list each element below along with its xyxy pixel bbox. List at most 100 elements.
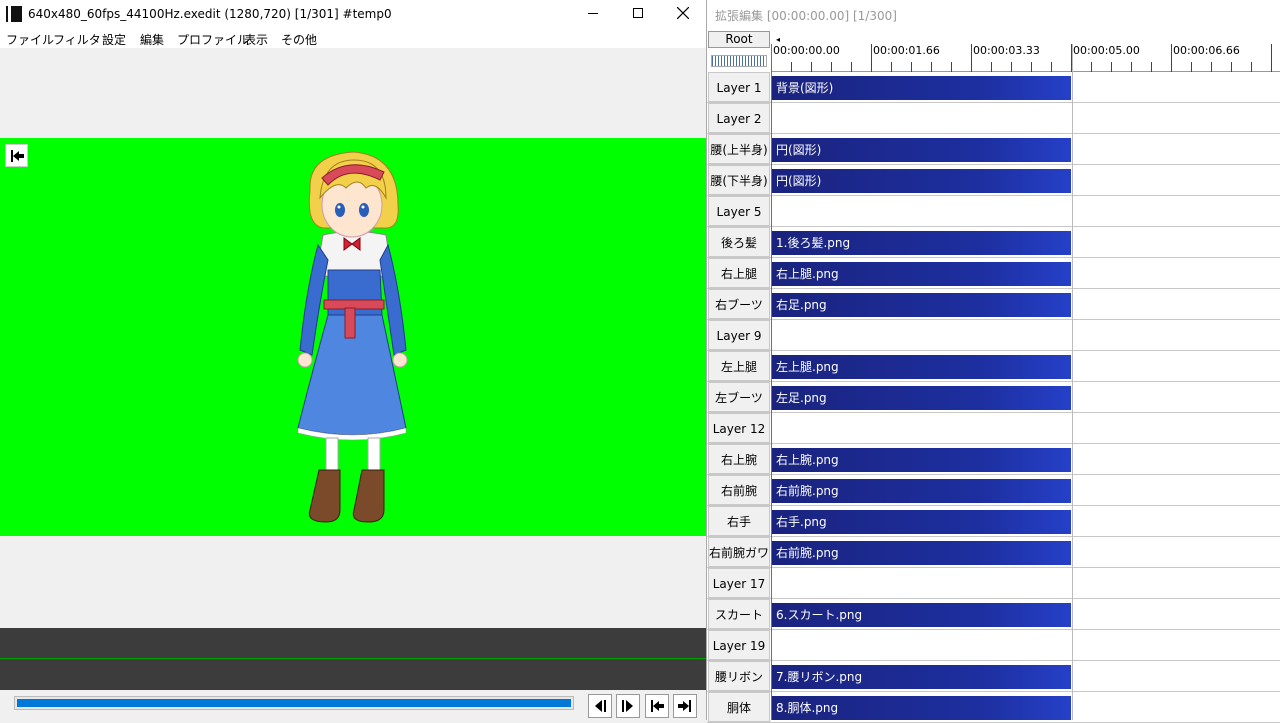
layer-row: 右ブーツ 右足.png: [707, 289, 1280, 320]
seek-slider[interactable]: [14, 696, 574, 710]
next-frame-button[interactable]: [616, 694, 640, 718]
timeline-clip[interactable]: 円(図形): [772, 169, 1071, 193]
prev-frame-button[interactable]: [588, 694, 612, 718]
layer-label[interactable]: 右手: [708, 506, 770, 536]
zoom-gauge[interactable]: [711, 55, 767, 67]
timeline-clip[interactable]: 右上腿.png: [772, 262, 1071, 286]
layer-track[interactable]: 右前腕.png: [771, 537, 1280, 567]
timeline-clip[interactable]: 7.腰リボン.png: [772, 665, 1071, 689]
ruler-label: 00:00:01.66: [873, 44, 940, 57]
menu-view[interactable]: 表示: [244, 31, 268, 48]
layer-track[interactable]: [771, 320, 1280, 350]
layer-label[interactable]: Layer 1: [708, 72, 770, 102]
layer-row: 左上腿 左上腿.png: [707, 351, 1280, 382]
layer-track[interactable]: 8.胴体.png: [771, 692, 1280, 722]
maximize-button[interactable]: [615, 0, 661, 28]
character-sprite: [297, 151, 408, 523]
layer-label[interactable]: 腰(下半身): [708, 165, 770, 195]
layer-label[interactable]: Layer 12: [708, 413, 770, 443]
layer-label[interactable]: 腰(上半身): [708, 134, 770, 164]
playhead[interactable]: [771, 44, 772, 720]
minimize-button[interactable]: [570, 0, 616, 28]
layer-label[interactable]: 右上腕: [708, 444, 770, 474]
timeline-clip[interactable]: 円(図形): [772, 138, 1071, 162]
last-frame-button[interactable]: [673, 694, 697, 718]
layer-row: Layer 2: [707, 103, 1280, 134]
layer-label[interactable]: Layer 19: [708, 630, 770, 660]
layer-track[interactable]: [771, 103, 1280, 133]
menu-edit[interactable]: 編集: [140, 31, 164, 48]
timeline-clip[interactable]: 左上腿.png: [772, 355, 1071, 379]
menu-settings[interactable]: 設定: [102, 31, 126, 48]
layer-track[interactable]: [771, 413, 1280, 443]
layer-track[interactable]: 右前腕.png: [771, 475, 1280, 505]
video-preview[interactable]: [0, 138, 706, 536]
layer-label[interactable]: 右ブーツ: [708, 289, 770, 319]
menu-other[interactable]: その他: [281, 31, 317, 48]
layer-label[interactable]: 胴体: [708, 692, 770, 722]
layer-track[interactable]: 右足.png: [771, 289, 1280, 319]
layer-label[interactable]: 後ろ髪: [708, 227, 770, 257]
window-title: 640x480_60fps_44100Hz.exedit (1280,720) …: [28, 7, 392, 21]
layer-track[interactable]: 6.スカート.png: [771, 599, 1280, 629]
timeline-clip[interactable]: 右手.png: [772, 510, 1071, 534]
layer-track[interactable]: [771, 196, 1280, 226]
timeline-clip[interactable]: 背景(図形): [772, 76, 1071, 100]
layer-label[interactable]: 左上腿: [708, 351, 770, 381]
layer-track[interactable]: 円(図形): [771, 165, 1280, 195]
layer-track[interactable]: 1.後ろ髪.png: [771, 227, 1280, 257]
ruler-label: 00:00:06.66: [1173, 44, 1240, 57]
timeline-clip[interactable]: 右前腕.png: [772, 541, 1071, 565]
layer-track[interactable]: 7.腰リボン.png: [771, 661, 1280, 691]
time-ruler[interactable]: 00:00:00.00 00:00:01.66 00:00:03.33 00:0…: [771, 44, 1280, 72]
layer-label[interactable]: 腰リボン: [708, 661, 770, 691]
layer-row: 右前腕 右前腕.png: [707, 475, 1280, 506]
root-button[interactable]: Root: [708, 31, 770, 48]
timeline-clip[interactable]: 6.スカート.png: [772, 603, 1071, 627]
first-frame-icon: [651, 700, 664, 712]
preview-area: [0, 48, 706, 628]
layer-label[interactable]: 左ブーツ: [708, 382, 770, 412]
ruler-minor-ticks: [771, 62, 1280, 72]
layer-row: 右上腿 右上腿.png: [707, 258, 1280, 289]
layer-label[interactable]: 右前腕ガワ: [708, 537, 770, 567]
layer-row: Layer 12: [707, 413, 1280, 444]
layer-track[interactable]: 右手.png: [771, 506, 1280, 536]
menu-filter[interactable]: フィルタ: [53, 31, 101, 48]
layer-row: 右上腕 右上腕.png: [707, 444, 1280, 475]
timeline-clip[interactable]: 右足.png: [772, 293, 1071, 317]
menu-file[interactable]: ファイル: [6, 31, 54, 48]
close-button[interactable]: [660, 0, 706, 28]
layer-label[interactable]: Layer 9: [708, 320, 770, 350]
layer-track[interactable]: 円(図形): [771, 134, 1280, 164]
layer-track[interactable]: 右上腕.png: [771, 444, 1280, 474]
layer-track[interactable]: 右上腿.png: [771, 258, 1280, 288]
layer-label[interactable]: 右上腿: [708, 258, 770, 288]
status-panel: [0, 628, 706, 720]
layer-track[interactable]: 背景(図形): [771, 72, 1280, 102]
next-frame-icon: [622, 700, 633, 712]
layer-label[interactable]: Layer 2: [708, 103, 770, 133]
timeline-clip[interactable]: 右上腕.png: [772, 448, 1071, 472]
title-bar: 640x480_60fps_44100Hz.exedit (1280,720) …: [0, 0, 706, 28]
layer-row: スカート 6.スカート.png: [707, 599, 1280, 630]
first-frame-button[interactable]: [645, 694, 669, 718]
layer-row: 腰(下半身) 円(図形): [707, 165, 1280, 196]
timeline-clip[interactable]: 右前腕.png: [772, 479, 1071, 503]
timeline-clip[interactable]: 左足.png: [772, 386, 1071, 410]
layer-label[interactable]: 右前腕: [708, 475, 770, 505]
last-frame-icon: [678, 700, 691, 712]
seekbar-area: [0, 690, 706, 720]
layer-track[interactable]: 左足.png: [771, 382, 1280, 412]
timeline-clip[interactable]: 8.胴体.png: [772, 696, 1071, 720]
layer-label[interactable]: Layer 17: [708, 568, 770, 598]
layer-label[interactable]: Layer 5: [708, 196, 770, 226]
layer-track[interactable]: [771, 630, 1280, 660]
layer-track[interactable]: [771, 568, 1280, 598]
timeline-clip[interactable]: 1.後ろ髪.png: [772, 231, 1071, 255]
layer-list: Layer 1 背景(図形) Layer 2 腰(上半身) 円(図形) 腰(下半身) 円(図…: [707, 72, 1280, 723]
jump-to-start-button[interactable]: [5, 144, 28, 167]
layer-label[interactable]: スカート: [708, 599, 770, 629]
layer-track[interactable]: 左上腿.png: [771, 351, 1280, 381]
menu-profile[interactable]: プロファイル: [177, 31, 249, 48]
